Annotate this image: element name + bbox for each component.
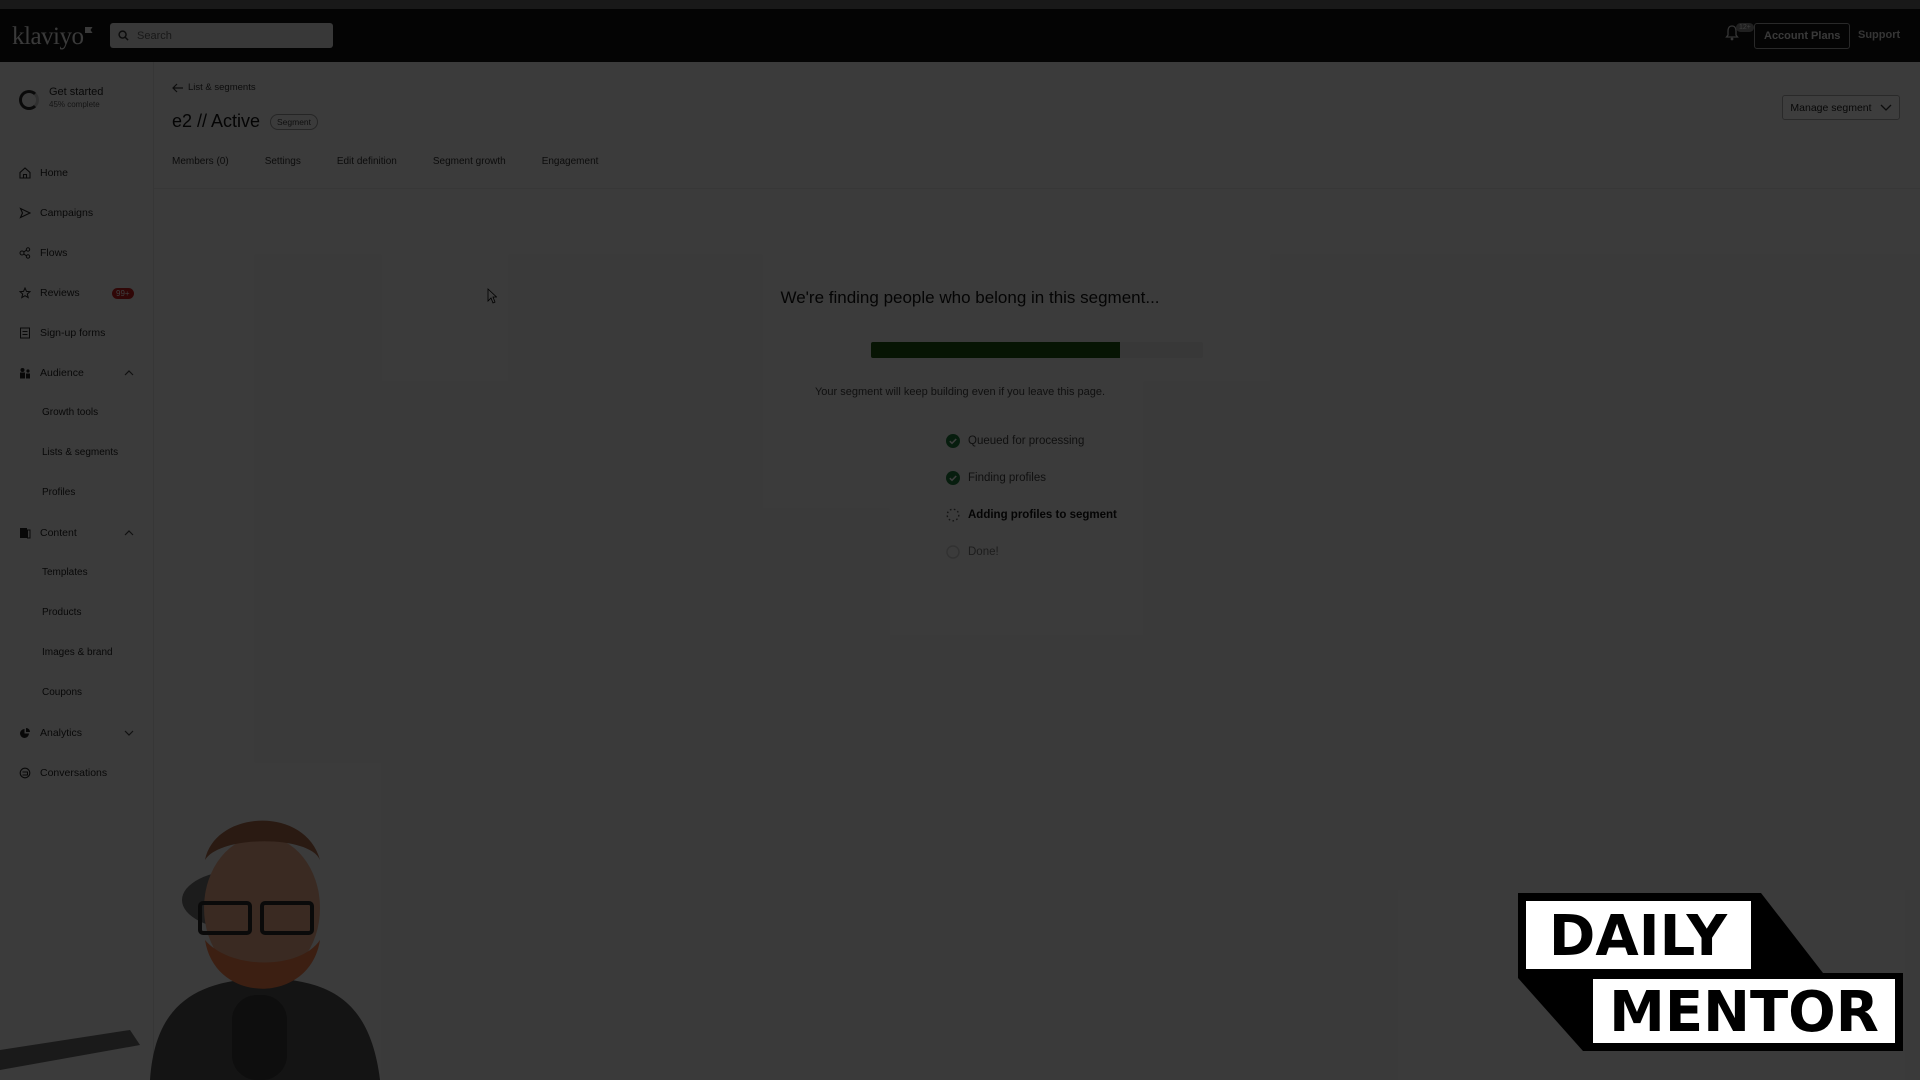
get-started-title: Get started [49, 86, 104, 98]
tab-segment-growth[interactable]: Segment growth [433, 156, 506, 167]
sidebar-item-label: Sign-up forms [40, 327, 106, 339]
sidebar-item-content[interactable]: Content [18, 526, 136, 540]
step-finding-profiles: Finding profiles [946, 471, 1046, 485]
tab-members[interactable]: Members (0) [172, 156, 229, 167]
account-plans-button[interactable]: Account Plans [1754, 23, 1851, 49]
chevron-down-icon[interactable] [124, 730, 134, 736]
search-box[interactable] [110, 23, 333, 48]
daily-mentor-logo: DAILY MENTOR [1518, 893, 1903, 1051]
sidebar-item-signup-forms[interactable]: Sign-up forms [18, 326, 136, 340]
audience-icon [18, 366, 32, 380]
progress-ring-icon [19, 90, 39, 110]
webcam-feed [0, 820, 380, 1080]
logo-line-mentor: MENTOR [1609, 980, 1879, 1045]
back-to-lists-link[interactable]: List & segments [172, 82, 256, 93]
step-label: Done! [968, 546, 999, 558]
mouse-cursor-icon [487, 288, 497, 304]
logo-text: klaviyo [12, 23, 84, 50]
loading-spinner-icon [946, 508, 960, 522]
send-icon [18, 206, 32, 220]
tab-engagement[interactable]: Engagement [542, 156, 599, 167]
step-label: Queued for processing [968, 435, 1085, 447]
sidebar-subitem-profiles[interactable]: Profiles [42, 487, 75, 498]
analytics-icon [18, 726, 32, 740]
logo-flag-icon [84, 27, 93, 33]
sidebar-item-label: Content [40, 527, 77, 539]
get-started-widget[interactable]: Get started 45% complete [19, 86, 103, 110]
segment-tabs: Members (0) Settings Edit definition Seg… [172, 156, 634, 167]
check-circle-icon [946, 471, 960, 485]
form-icon [18, 326, 32, 340]
tab-settings[interactable]: Settings [265, 156, 301, 167]
support-link[interactable]: Support [1858, 29, 1900, 41]
manage-segment-button[interactable]: Manage segment [1782, 95, 1900, 120]
step-label: Adding profiles to segment [968, 509, 1117, 521]
sidebar-item-label: Flows [40, 247, 68, 259]
sidebar-item-label: Audience [40, 367, 84, 379]
step-queued: Queued for processing [946, 434, 1084, 448]
sidebar-item-label: Home [40, 167, 69, 179]
sidebar-item-campaigns[interactable]: Campaigns [18, 206, 136, 220]
sidebar-item-label: Conversations [40, 767, 108, 779]
browser-strip [0, 0, 1920, 9]
page-title: e2 // Active [172, 111, 261, 131]
tabs-divider [154, 188, 1920, 189]
status-heading: We're finding people who belong in this … [780, 288, 1160, 307]
sidebar-subitem-images-brand[interactable]: Images & brand [42, 647, 113, 658]
sidebar-item-home[interactable]: Home [18, 166, 136, 180]
search-icon [118, 30, 129, 41]
step-label: Finding profiles [968, 472, 1046, 484]
star-icon [18, 286, 32, 300]
sidebar-subitem-lists-segments[interactable]: Lists & segments [42, 447, 118, 458]
empty-circle-icon [946, 545, 960, 559]
chevron-up-icon[interactable] [124, 370, 134, 376]
sidebar-subitem-coupons[interactable]: Coupons [42, 687, 82, 698]
chevron-up-icon[interactable] [124, 530, 134, 536]
microphone [232, 995, 287, 1080]
sidebar-subitem-growth-tools[interactable]: Growth tools [42, 407, 98, 418]
get-started-progress: 45% complete [49, 100, 100, 109]
breadcrumb: List & segments [188, 82, 256, 93]
search-input[interactable] [135, 28, 319, 43]
content-icon [18, 526, 32, 540]
status-note: Your segment will keep building even if … [814, 386, 1106, 398]
flows-icon [18, 246, 32, 260]
arrow-left-icon [172, 83, 183, 92]
klaviyo-logo[interactable]: klaviyo [12, 23, 93, 51]
sidebar-item-analytics[interactable]: Analytics [18, 726, 136, 740]
top-navigation-bar: klaviyo [0, 9, 1920, 62]
sidebar-subitem-products[interactable]: Products [42, 607, 81, 618]
sidebar-item-flows[interactable]: Flows [18, 246, 136, 260]
sidebar-item-label: Campaigns [40, 207, 94, 219]
sidebar-subitem-templates[interactable]: Templates [42, 567, 88, 578]
mic-arm [0, 1030, 140, 1070]
segment-type-badge: Segment [270, 114, 319, 130]
sidebar-item-audience[interactable]: Audience [18, 366, 136, 380]
step-done: Done! [946, 545, 999, 559]
logo-line-daily: DAILY [1549, 904, 1729, 969]
chevron-down-icon [1880, 104, 1892, 111]
notification-badge: 12+ [1736, 23, 1754, 32]
sidebar-item-label: Reviews [40, 287, 80, 299]
manage-segment-label: Manage segment [1790, 101, 1872, 114]
segment-progress-fill [871, 342, 1120, 358]
sidebar-item-label: Analytics [40, 727, 83, 739]
home-icon [18, 166, 32, 180]
segment-progress-bar [871, 342, 1203, 358]
conversations-icon [18, 766, 32, 780]
check-circle-icon [946, 434, 960, 448]
sidebar-item-conversations[interactable]: Conversations [18, 766, 136, 780]
step-adding-profiles: Adding profiles to segment [946, 508, 1117, 522]
reviews-badge: 99+ [112, 288, 134, 299]
tab-edit-definition[interactable]: Edit definition [337, 156, 397, 167]
